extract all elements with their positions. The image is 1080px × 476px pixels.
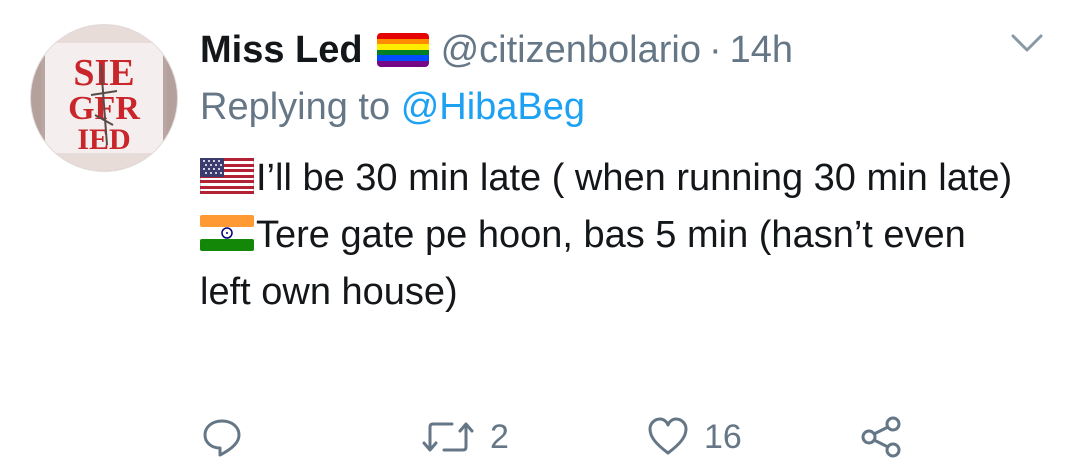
us-flag-icon — [200, 158, 254, 194]
author-handle[interactable]: @citizenbolario — [441, 29, 701, 72]
tweet-line-1: I’ll be 30 min late ( when running 30 mi… — [200, 150, 1020, 207]
separator-dot: · — [708, 28, 722, 71]
svg-text:IED: IED — [77, 123, 130, 156]
like-button[interactable]: 16 — [646, 410, 742, 464]
replying-to-line: Replying to @HibaBeg — [200, 86, 585, 129]
like-count: 16 — [704, 417, 742, 456]
tweet-card[interactable]: SIE GFR IED Miss Led @citizenbolario · 1… — [0, 0, 1080, 476]
india-flag-icon — [200, 215, 254, 251]
author-name[interactable]: Miss Led — [200, 29, 363, 72]
tweet-line-2: Tere gate pe hoon, bas 5 min (hasn’t eve… — [200, 207, 1020, 321]
share-icon — [861, 416, 901, 458]
reply-icon — [203, 419, 241, 457]
rainbow-flag-icon — [376, 33, 429, 67]
heart-icon — [648, 417, 688, 455]
replying-label: Replying to — [200, 86, 391, 128]
tweet-line-1-text: I’ll be 30 min late ( when running 30 mi… — [256, 157, 1013, 199]
avatar[interactable]: SIE GFR IED — [30, 24, 178, 172]
svg-text:SIE: SIE — [73, 52, 134, 94]
avatar-image: SIE GFR IED — [31, 25, 177, 171]
retweet-icon — [422, 422, 474, 452]
reply-button[interactable] — [200, 410, 258, 464]
share-button[interactable] — [860, 410, 904, 464]
retweet-count: 2 — [490, 417, 509, 456]
timestamp[interactable]: 14h — [730, 29, 793, 72]
tweet-header: Miss Led @citizenbolario · 14h — [200, 22, 793, 78]
tweet-text: I’ll be 30 min late ( when running 30 mi… — [200, 150, 1020, 321]
tweet-line-2-text: Tere gate pe hoon, bas 5 min (hasn’t eve… — [200, 214, 966, 313]
retweet-button[interactable]: 2 — [420, 410, 509, 464]
chevron-down-icon[interactable] — [1010, 30, 1044, 56]
tweet-actions: 2 16 — [200, 410, 920, 464]
replying-mention-link[interactable]: @HibaBeg — [401, 86, 585, 128]
